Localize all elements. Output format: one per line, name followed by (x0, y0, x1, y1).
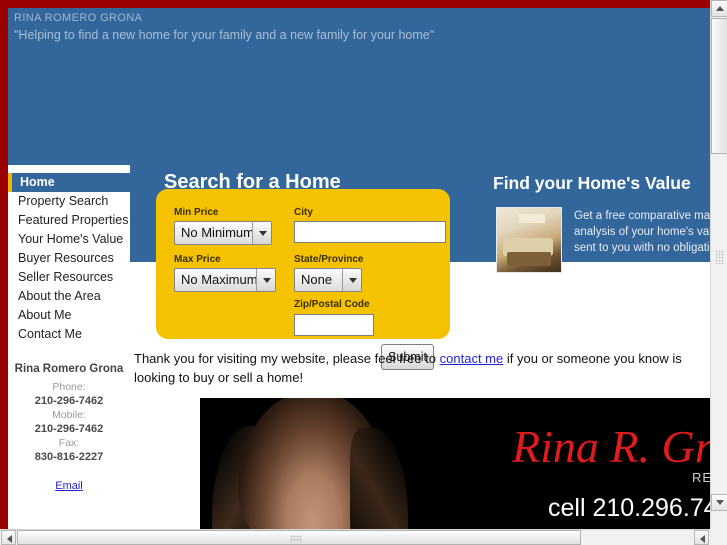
agent-mobile-label: Mobile: (52, 409, 86, 421)
sidebar-item-label: Home (20, 175, 55, 189)
home-value-heading: Find your Home's Value (493, 173, 691, 193)
intro-paragraph: Thank you for visiting my website, pleas… (134, 349, 710, 387)
max-price-label: Max Price (174, 254, 221, 265)
sidebar-item-about-me[interactable]: About Me (8, 306, 130, 325)
vertical-scrollbar[interactable] (710, 0, 727, 529)
sidebar-item-label: Contact Me (18, 327, 82, 341)
portrait-hair-right (350, 428, 408, 529)
agent-mobile-value: 210-296-7462 (34, 423, 104, 435)
living-room-photo-icon (496, 207, 562, 273)
zip-input[interactable] (294, 314, 374, 336)
brand-tagline: "Helping to find a new home for your fam… (14, 28, 435, 42)
sidebar-item-featured-properties[interactable]: Featured Properties (8, 211, 130, 230)
horizontal-scrollbar-thumb[interactable] (17, 530, 581, 545)
state-value: None (301, 272, 333, 287)
agent-contact-card: Rina Romero Grona Phone: 210-296-7462 Mo… (8, 363, 130, 492)
scroll-left-arrow-icon[interactable] (1, 530, 16, 545)
horizontal-scrollbar[interactable] (0, 529, 727, 545)
page-border-left (0, 0, 8, 529)
sidebar-item-label: About the Area (18, 289, 101, 303)
agent-phone-label: Phone: (52, 381, 86, 393)
page-content: RINA ROMERO GRONA "Helping to find a new… (8, 8, 710, 529)
page-border-top (0, 0, 710, 8)
sidebar-item-label: Your Home's Value (18, 232, 124, 246)
sidebar-item-home[interactable]: Home (8, 173, 130, 192)
state-label: State/Province (294, 254, 364, 265)
scrollbar-corner (710, 529, 727, 545)
city-input[interactable] (294, 221, 446, 243)
sidebar-item-contact-me[interactable]: Contact Me (8, 325, 130, 344)
min-price-value: No Minimum (181, 225, 254, 240)
sidebar-item-label: Property Search (18, 194, 109, 208)
agent-fax-label: Fax: (58, 437, 80, 449)
agent-name: Rina Romero Grona (14, 363, 124, 375)
scroll-up-arrow-icon[interactable] (711, 0, 727, 17)
scroll-down-arrow-icon[interactable] (711, 494, 727, 511)
vertical-scrollbar-thumb[interactable] (711, 18, 727, 154)
intro-text-before: Thank you for visiting my website, pleas… (134, 351, 440, 366)
zip-label: Zip/Postal Code (294, 299, 370, 310)
sidebar-nav: Home Property Search Featured Properties… (8, 173, 130, 344)
max-price-select[interactable]: No Maximum (174, 268, 276, 292)
agent-email-link[interactable]: Email (55, 480, 83, 492)
contact-me-link[interactable]: contact me (440, 351, 504, 366)
chevron-down-icon[interactable] (342, 269, 361, 291)
min-price-label: Min Price (174, 207, 219, 218)
banner-cell-phone: cell 210.296.7462 (548, 494, 710, 522)
agent-photo-banner: Rina R. Grona REALTOR cell 210.296.7462 … (200, 398, 710, 529)
home-search-form: Min Price No Minimum Max Price No Maximu… (156, 189, 450, 370)
chevron-down-icon[interactable] (252, 222, 271, 244)
min-price-select[interactable]: No Minimum (174, 221, 272, 245)
sidebar-item-label: Featured Properties (18, 213, 129, 227)
home-value-description: Get a free comparative market analysis o… (574, 210, 710, 254)
banner-subtitle: REALTOR (692, 470, 710, 485)
scroll-right-arrow-icon[interactable] (694, 530, 709, 545)
sidebar-item-buyer-resources[interactable]: Buyer Resources (8, 249, 130, 268)
agent-fax-value: 830-816-2227 (34, 451, 104, 463)
sidebar-item-label: Buyer Resources (18, 251, 114, 265)
agent-phone-value: 210-296-7462 (34, 395, 104, 407)
scrollbar-grip-dots (715, 250, 724, 264)
sidebar-item-about-the-area[interactable]: About the Area (8, 287, 130, 306)
brand-name: RINA ROMERO GRONA (14, 12, 143, 24)
sidebar-item-your-homes-value[interactable]: Your Home's Value (8, 230, 130, 249)
scrollbar-grip-dots (290, 535, 302, 542)
chevron-down-icon[interactable] (256, 269, 275, 291)
sidebar: Home Property Search Featured Properties… (8, 165, 130, 529)
sidebar-item-label: Seller Resources (18, 270, 114, 284)
browser-viewport: RINA ROMERO GRONA "Helping to find a new… (0, 0, 727, 545)
sidebar-item-seller-resources[interactable]: Seller Resources (8, 268, 130, 287)
sidebar-item-label: About Me (18, 308, 72, 322)
banner-agent-name: Rina R. Grona (512, 421, 710, 472)
max-price-value: No Maximum (181, 272, 258, 287)
state-select[interactable]: None (294, 268, 362, 292)
city-label: City (294, 207, 313, 218)
sidebar-item-property-search[interactable]: Property Search (8, 192, 130, 211)
